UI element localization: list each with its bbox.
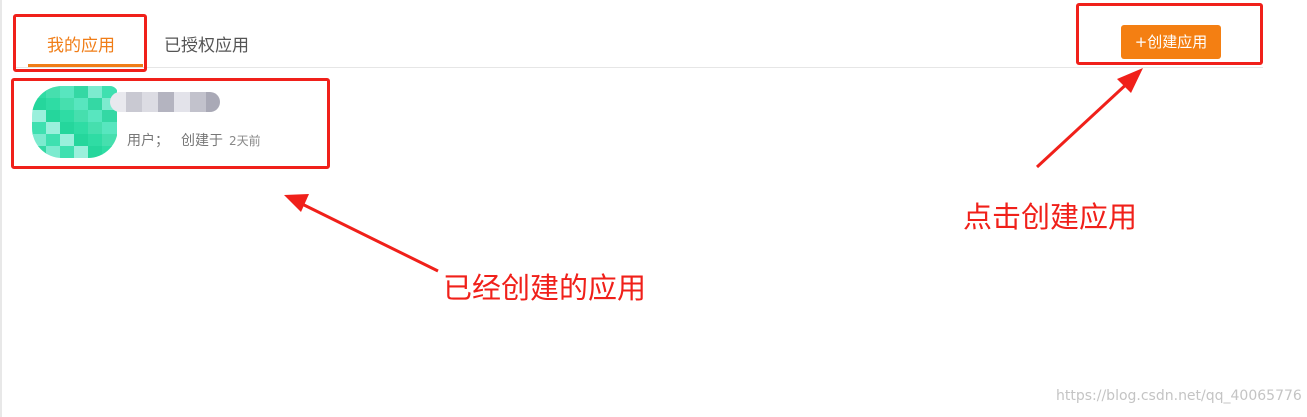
arrow-head-existing-icon — [284, 194, 309, 212]
watermark: https://blog.csdn.net/qq_40065776 — [1056, 388, 1302, 404]
arrow-line-existing — [299, 201, 439, 273]
annotation-existing: 已经创建的应用 — [443, 271, 647, 305]
arrow-to-app-card — [284, 194, 439, 273]
annotation-create: 点击创建应用 — [963, 200, 1138, 234]
arrow-to-create-button — [1035, 68, 1143, 169]
arrow-line-create — [1035, 78, 1133, 169]
